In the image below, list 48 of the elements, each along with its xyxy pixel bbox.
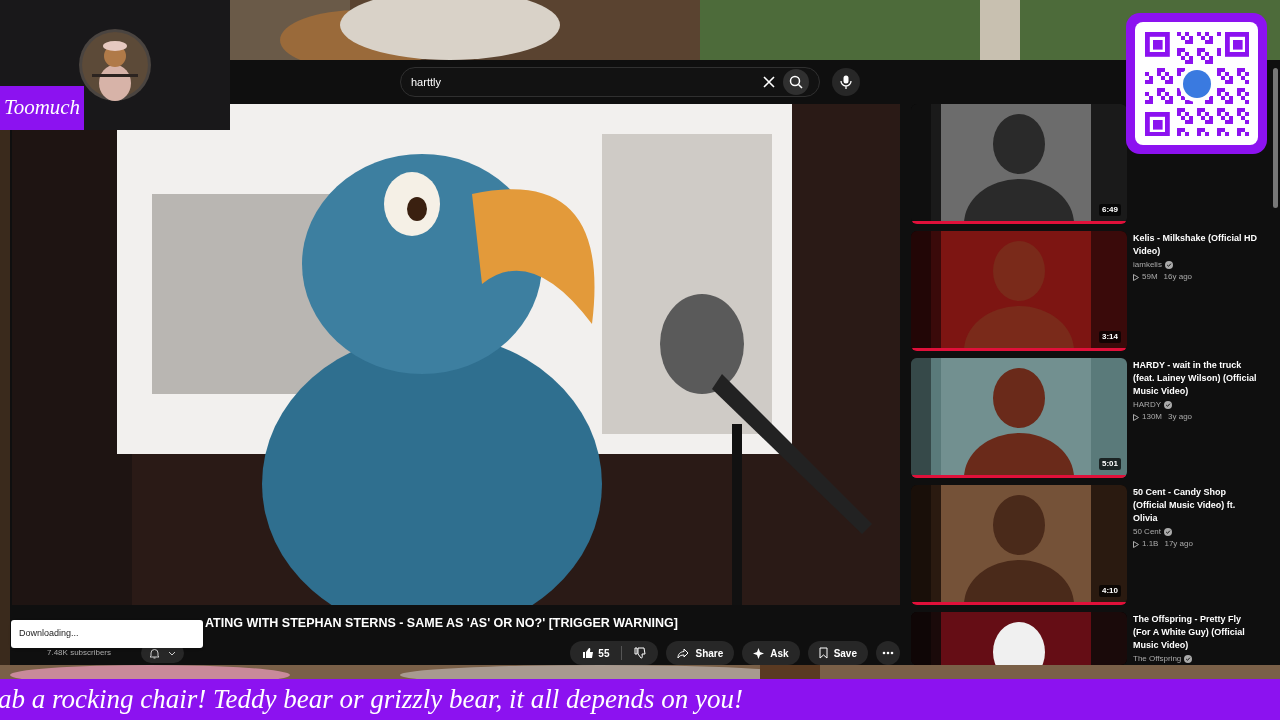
- search-icon: [789, 75, 803, 89]
- upload-age: 16y ago: [1163, 271, 1193, 283]
- search-text: harttly: [411, 74, 442, 90]
- caret-icon: [168, 650, 177, 656]
- bell-icon: [149, 647, 161, 659]
- video-title[interactable]: 50 Cent - Candy Shop (Official Music Video) ft. Olivia: [1133, 486, 1258, 525]
- play-icon: [1133, 540, 1139, 548]
- scrollbar[interactable]: [1273, 68, 1278, 208]
- play-icon: [1133, 413, 1139, 421]
- download-toast: Downloading...: [11, 620, 203, 648]
- close-icon[interactable]: [763, 76, 775, 88]
- voice-search-button[interactable]: [832, 68, 860, 96]
- like-dislike-control[interactable]: 55: [570, 641, 659, 665]
- channel-name[interactable]: The Offspring: [1133, 653, 1182, 665]
- view-count: 1.1B: [1142, 538, 1159, 550]
- channel-name[interactable]: iamkelis: [1133, 259, 1162, 271]
- view-count: 130M: [1142, 411, 1162, 423]
- upload-age: 17y ago: [1164, 538, 1193, 550]
- sparkle-icon: [753, 647, 765, 659]
- video-title: ATING WITH STEPHAN STERNS - SAME AS 'AS' OR NO?' [TRIGGER WARNING]: [205, 614, 678, 632]
- channel-name[interactable]: 50 Cent: [1133, 526, 1162, 538]
- video-title[interactable]: HARDY - wait in the truck (feat. Lainey Wilson) (Official Music Video): [1133, 359, 1258, 398]
- duration-badge: 3:14: [1099, 331, 1121, 343]
- play-icon: [1133, 273, 1139, 281]
- microphone-icon: [840, 75, 852, 89]
- thumbs-down-icon[interactable]: [634, 647, 647, 659]
- share-button[interactable]: Share: [666, 641, 735, 665]
- more-button[interactable]: [876, 641, 900, 665]
- channel-name[interactable]: HARDY: [1133, 399, 1161, 411]
- search-field[interactable]: harttly: [400, 67, 820, 97]
- more-icon: [882, 651, 894, 655]
- duration-badge: 5:01: [1099, 458, 1121, 470]
- video-title[interactable]: Kelis - Milkshake (Official HD Video): [1133, 232, 1258, 258]
- ask-button[interactable]: Ask: [742, 641, 800, 665]
- duration-badge: 6:49: [1099, 204, 1121, 216]
- duration-badge: 4:10: [1099, 585, 1121, 597]
- search-button[interactable]: [783, 69, 809, 95]
- share-icon: [677, 647, 690, 659]
- like-count: 55: [598, 646, 610, 661]
- save-button[interactable]: Save: [807, 641, 868, 665]
- thumbs-up-icon[interactable]: [582, 647, 595, 659]
- bookmark-icon: [818, 647, 828, 659]
- channel-label: Toomuch: [0, 86, 84, 130]
- view-count: 59M: [1142, 271, 1158, 283]
- upload-age: 3y ago: [1168, 411, 1193, 423]
- qr-code-icon: [1144, 31, 1249, 136]
- video-title[interactable]: The Offspring - Pretty Fly (For A White Guy) (Official Music Video): [1133, 613, 1258, 652]
- subscriber-count: 7.48K subscribers: [47, 647, 112, 659]
